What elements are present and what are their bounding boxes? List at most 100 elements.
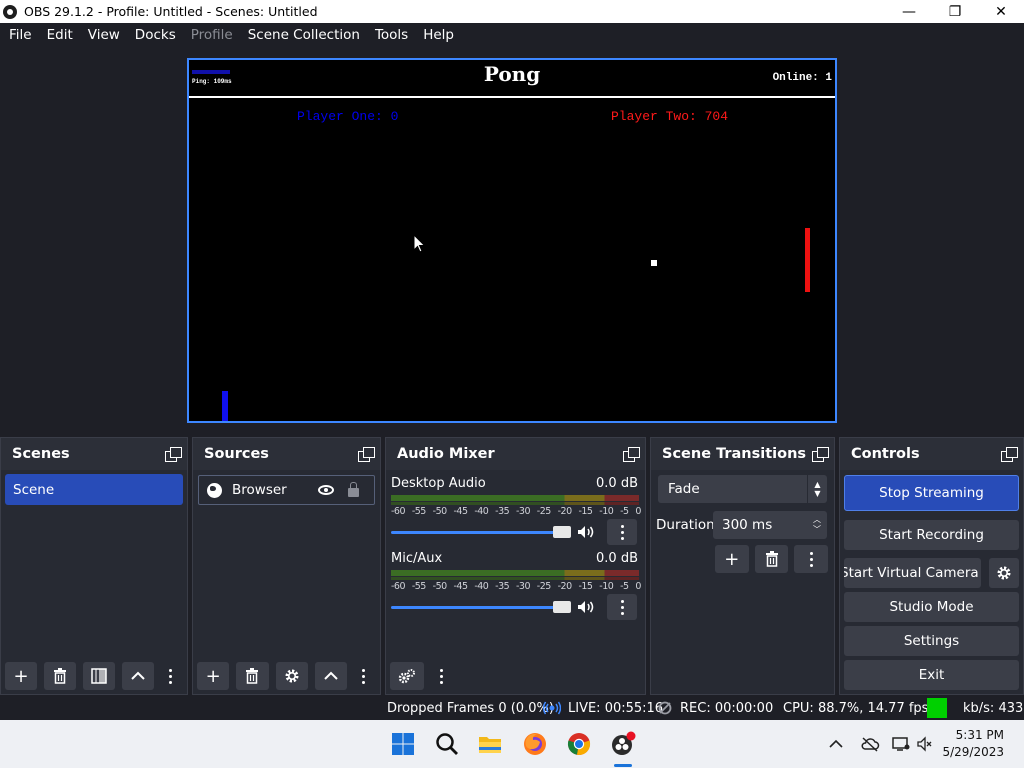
gears-icon [398,669,415,684]
undock-icon[interactable] [1001,447,1018,462]
chrome-icon[interactable] [566,731,592,757]
scene-transitions-header: Scene Transitions [651,438,834,470]
tick: -55 [411,506,427,517]
plus-icon: + [13,665,29,687]
volume-meter-secondary [391,577,639,580]
duration-spinbox[interactable]: 300 ms ︿ ﹀ [713,511,827,539]
menu-edit[interactable]: Edit [42,27,78,43]
undock-icon[interactable] [165,447,182,462]
windows-start-icon[interactable] [390,731,416,757]
minimize-button[interactable]: — [886,0,932,23]
speaker-icon[interactable] [577,600,595,614]
scenes-more-button[interactable] [161,662,180,690]
maximize-button[interactable]: ❐ [932,0,978,23]
scene-filters-button[interactable] [83,662,116,690]
volume-slider-track[interactable] [391,606,569,609]
channel-menu-button[interactable] [607,519,637,545]
spin-arrows-icon[interactable]: ︿ ﹀ [807,515,827,535]
taskbar-clock[interactable]: 5:31 PM 5/29/2023 [942,727,1004,761]
tick: -25 [536,506,552,517]
scene-transitions-title: Scene Transitions [662,446,807,462]
chevron-up-icon[interactable] [828,739,844,749]
cloud-offline-icon[interactable] [860,736,880,752]
tick: -25 [536,581,552,592]
recording-off-icon [658,701,672,715]
transition-select[interactable]: Fade ▲ ▼ [658,475,827,503]
transition-properties-button[interactable] [794,545,829,573]
tick: -55 [411,581,427,592]
menu-file[interactable]: File [4,27,37,43]
source-list-item[interactable]: Browser [198,475,375,505]
advanced-audio-button[interactable] [390,662,424,690]
add-transition-button[interactable]: + [715,545,749,573]
move-scene-up-button[interactable] [122,662,155,690]
active-app-indicator [614,764,632,767]
gear-icon [285,669,299,683]
right-paddle [805,228,810,292]
add-source-button[interactable]: + [197,662,230,690]
volume-meter [391,495,639,501]
virtual-camera-label: Start Virtual Camera [844,565,979,581]
audio-mixer-more-button[interactable] [431,662,451,690]
volume-slider-handle[interactable] [553,526,571,538]
display-icon[interactable] [892,736,910,752]
move-source-up-button[interactable] [314,662,347,690]
close-button[interactable]: ✕ [978,0,1024,23]
menu-view[interactable]: View [83,27,125,43]
stop-streaming-button[interactable]: Stop Streaming [844,475,1019,511]
undock-icon[interactable] [812,447,829,462]
undock-icon[interactable] [623,447,640,462]
tick: -20 [557,506,573,517]
speaker-icon[interactable] [577,525,595,539]
audio-channel-desktop: Desktop Audio 0.0 dB -60 -55 -50 -45 -40 -35-… [386,470,645,545]
left-paddle [222,391,228,421]
menu-scene-collection[interactable]: Scene Collection [243,27,365,43]
volume-slider-handle[interactable] [553,601,571,613]
sources-title: Sources [204,446,269,462]
volume-slider-track[interactable] [391,531,569,534]
source-name: Browser [232,482,287,498]
speaker-muted-icon[interactable] [916,736,932,752]
pong-header: Ping: 109ms Pong Online: 1 [189,60,835,98]
live-timer: LIVE: 00:55:16 [568,701,664,716]
source-properties-button[interactable] [275,662,308,690]
tick: -60 [391,581,406,592]
sources-dock: Sources Browser + [192,437,381,695]
start-recording-button[interactable]: Start Recording [844,520,1019,550]
controls-dock: Controls Stop Streaming Start Recording … [839,437,1024,695]
studio-mode-button[interactable]: Studio Mode [844,592,1019,622]
filter-icon [91,668,107,684]
menu-profile[interactable]: Profile [186,27,238,43]
tick: -10 [599,506,614,517]
exit-button[interactable]: Exit [844,660,1019,690]
sources-more-button[interactable] [354,662,373,690]
connection-status-indicator [927,698,947,718]
file-explorer-icon[interactable] [477,731,503,757]
obs-taskbar-icon[interactable] [610,731,636,757]
visibility-eye-icon[interactable] [318,485,334,495]
settings-button[interactable]: Settings [844,626,1019,656]
menu-tools[interactable]: Tools [370,27,413,43]
status-bar: Dropped Frames 0 (0.0%) LIVE: 00:55:16 R… [0,695,1024,720]
add-scene-button[interactable]: + [5,662,38,690]
remove-scene-button[interactable] [44,662,77,690]
program-preview[interactable]: Ping: 109ms Pong Online: 1 Player One: 0… [187,58,837,423]
remove-transition-button[interactable] [754,545,789,573]
channel-level: 0.0 dB [596,476,638,491]
scene-list-item[interactable]: Scene [5,474,183,505]
tick: -15 [578,506,593,517]
select-arrows-icon: ▲ ▼ [807,475,827,503]
undock-icon[interactable] [358,447,375,462]
search-icon[interactable] [434,731,460,757]
menu-help[interactable]: Help [418,27,459,43]
tick: -10 [599,581,614,592]
channel-menu-button[interactable] [607,594,637,620]
menu-docks[interactable]: Docks [130,27,181,43]
virtual-camera-settings-button[interactable] [989,558,1019,588]
lock-icon[interactable] [348,482,359,497]
remove-source-button[interactable] [236,662,269,690]
volume-meter-secondary [391,502,639,505]
transition-selected: Fade [668,481,700,497]
start-virtual-camera-button[interactable]: Start Virtual Camera [844,558,981,588]
firefox-icon[interactable] [522,731,548,757]
